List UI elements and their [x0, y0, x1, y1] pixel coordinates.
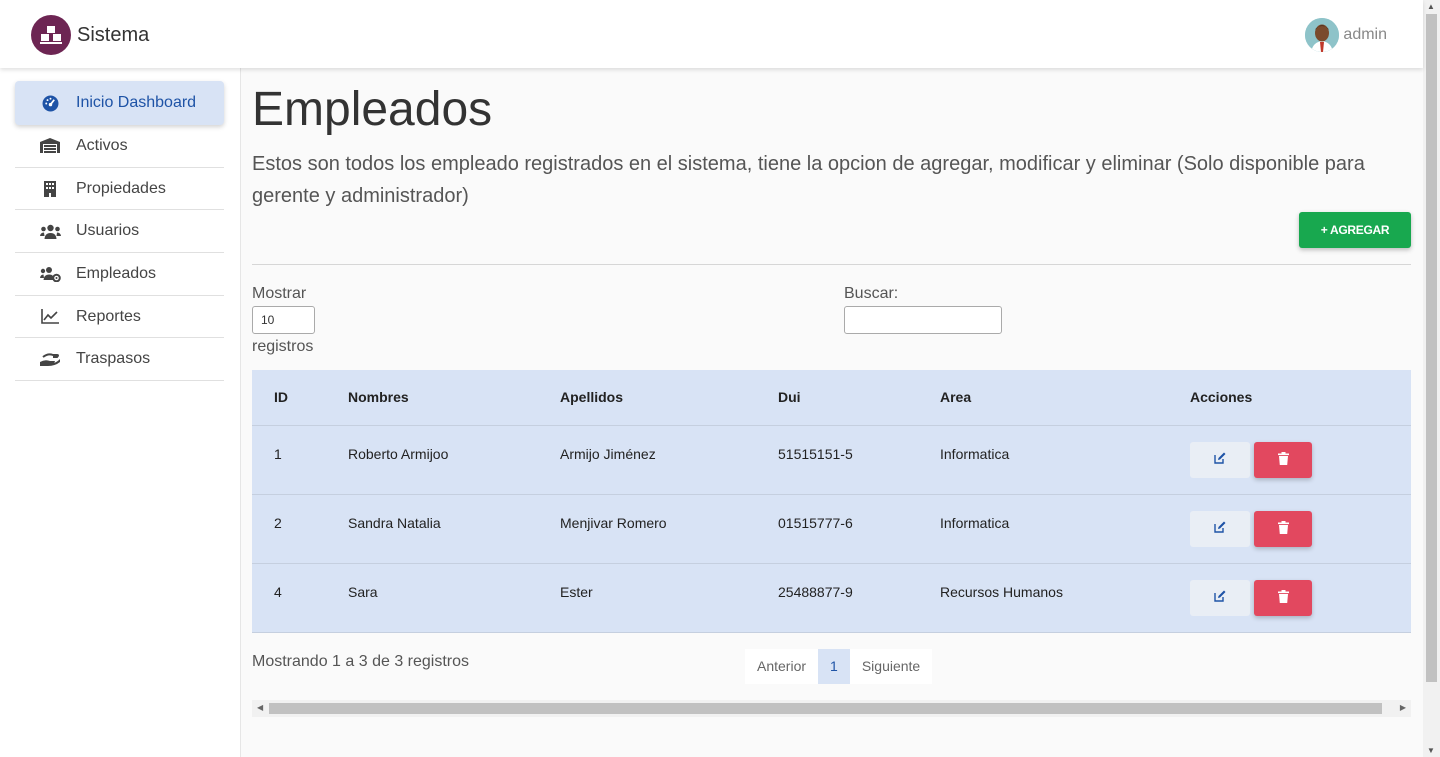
cell-nombres: Roberto Armijoo [348, 425, 560, 495]
vertical-scrollbar-thumb[interactable] [1426, 14, 1437, 682]
horizontal-scrollbar-thumb[interactable] [269, 703, 1382, 714]
trash-icon [1277, 589, 1289, 606]
user-name: admin [1343, 26, 1387, 43]
sidebar-item-label: Propiedades [76, 179, 166, 197]
length-suffix: registros [252, 338, 314, 355]
sidebar-item-label: Inicio Dashboard [76, 94, 197, 111]
cell-acciones [1190, 563, 1411, 633]
cell-acciones [1190, 494, 1411, 564]
table-row: 1 Roberto Armijoo Armijo Jiménez 5151515… [252, 425, 1411, 495]
cell-nombres: Sandra Natalia [348, 494, 560, 564]
vertical-scrollbar[interactable]: ▲ ▼ [1423, 0, 1440, 757]
sidebar-item-label: Traspasos [76, 350, 151, 368]
sidebar: Inicio Dashboard Activos Propiedades Usu… [0, 68, 241, 757]
cell-dui: 25488877-9 [778, 563, 940, 633]
hand-holding-icon [39, 348, 61, 370]
length-label: Mostrar [252, 285, 307, 302]
scroll-left-icon[interactable]: ◀ [257, 703, 263, 712]
cell-apellidos: Armijo Jiménez [560, 425, 778, 495]
cell-id: 4 [252, 563, 348, 633]
sidebar-item-label: Activos [76, 136, 128, 154]
user-menu[interactable]: admin [1305, 18, 1387, 52]
sidebar-item-usuarios[interactable]: Usuarios [15, 210, 224, 254]
pagination-next[interactable]: Siguiente [850, 649, 932, 684]
sidebar-item-reportes[interactable]: Reportes [15, 296, 224, 339]
brand[interactable]: Sistema [31, 15, 149, 55]
scroll-down-icon[interactable]: ▼ [1427, 746, 1435, 755]
scroll-right-icon[interactable]: ▶ [1400, 703, 1406, 712]
building-icon [39, 178, 61, 200]
page-title: Empleados [252, 83, 493, 136]
cell-id: 2 [252, 494, 348, 564]
pagination-prev[interactable]: Anterior [745, 649, 818, 684]
cell-apellidos: Menjivar Romero [560, 494, 778, 564]
search-input[interactable] [844, 306, 1002, 334]
table-row: 2 Sandra Natalia Menjivar Romero 0151577… [252, 494, 1411, 564]
delete-button[interactable] [1254, 441, 1312, 478]
brand-name: Sistema [77, 23, 150, 46]
warehouse-icon [39, 135, 61, 157]
cell-id: 1 [252, 425, 348, 495]
edit-icon [1214, 590, 1226, 605]
sidebar-nav: Inicio Dashboard Activos Propiedades Usu… [15, 81, 224, 382]
pagination: Anterior 1 Siguiente [745, 649, 933, 684]
page-description: Estos son todos los empleado registrados… [252, 153, 1365, 207]
table-header-row: ID Nombres Apellidos Dui Area Acciones [252, 370, 1411, 426]
table-row: 4 Sara Ester 25488877-9 Recursos Humanos [252, 563, 1411, 633]
column-header-acciones: Acciones [1190, 370, 1411, 426]
search-label: Buscar: [844, 285, 899, 302]
divider [252, 264, 1411, 265]
scroll-up-icon[interactable]: ▲ [1427, 2, 1435, 11]
sidebar-item-empleados[interactable]: Empleados [15, 253, 224, 296]
edit-button[interactable] [1190, 579, 1250, 616]
top-navbar: Sistema admin [0, 0, 1423, 68]
brand-logo-icon [31, 15, 71, 55]
column-header-id[interactable]: ID [252, 370, 348, 426]
sidebar-item-dashboard[interactable]: Inicio Dashboard [15, 81, 224, 125]
edit-icon [1214, 521, 1226, 536]
horizontal-scrollbar[interactable]: ◀ ▶ [252, 700, 1411, 717]
column-header-nombres[interactable]: Nombres [348, 370, 560, 426]
cell-dui: 51515151-5 [778, 425, 940, 495]
edit-button[interactable] [1190, 510, 1250, 547]
trash-icon [1277, 451, 1289, 468]
delete-button[interactable] [1254, 510, 1312, 547]
column-header-area[interactable]: Area [940, 370, 1190, 426]
employees-table: ID Nombres Apellidos Dui Area Acciones 1… [252, 370, 1411, 633]
users-cog-icon [39, 263, 61, 285]
trash-icon [1277, 520, 1289, 537]
pagination-page-current[interactable]: 1 [818, 649, 850, 684]
cell-area: Informatica [940, 494, 1190, 564]
cell-area: Informatica [940, 425, 1190, 495]
sidebar-item-propiedades[interactable]: Propiedades [15, 168, 224, 211]
dashboard-icon [39, 92, 61, 114]
edit-button[interactable] [1190, 441, 1250, 478]
cell-acciones [1190, 425, 1411, 495]
cell-dui: 01515777-6 [778, 494, 940, 564]
cell-nombres: Sara [348, 563, 560, 633]
column-header-dui[interactable]: Dui [778, 370, 940, 426]
sidebar-item-traspasos[interactable]: Traspasos [15, 338, 224, 382]
sidebar-item-activos[interactable]: Activos [15, 125, 224, 168]
avatar [1305, 18, 1340, 52]
column-header-apellidos[interactable]: Apellidos [560, 370, 778, 426]
delete-button[interactable] [1254, 579, 1312, 616]
add-button[interactable]: + AGREGAR [1299, 212, 1411, 248]
users-icon [39, 220, 61, 242]
sidebar-item-label: Reportes [76, 307, 141, 325]
cell-apellidos: Ester [560, 563, 778, 633]
chart-line-icon [39, 306, 61, 328]
edit-icon [1214, 452, 1226, 467]
sidebar-item-label: Empleados [76, 264, 157, 282]
sidebar-item-label: Usuarios [76, 222, 140, 240]
table-info: Mostrando 1 a 3 de 3 registros [252, 653, 470, 670]
length-select[interactable]: 10 [252, 306, 315, 334]
cell-area: Recursos Humanos [940, 563, 1190, 633]
